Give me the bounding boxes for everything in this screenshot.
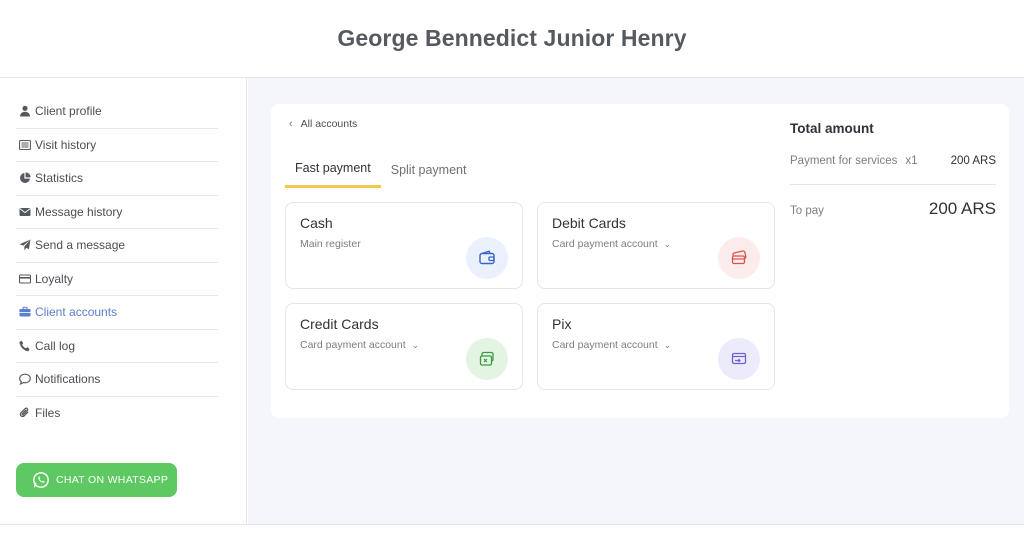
- total-amount-title: Total amount: [790, 121, 874, 136]
- sidebar-item-label: Send a message: [35, 238, 126, 253]
- sidebar-item-statistics[interactable]: Statistics: [16, 162, 218, 196]
- wallet-icon: [466, 237, 508, 279]
- sidebar-item-loyalty[interactable]: Loyalty: [16, 263, 218, 296]
- to-pay-amount: 200 ARS: [928, 199, 996, 218]
- chevron-down-icon: ⌄: [411, 339, 420, 350]
- account-dropdown[interactable]: Card payment account ⌄: [552, 339, 671, 351]
- chevron-down-icon: ⌄: [663, 339, 672, 350]
- sidebar-item-label: Client accounts: [35, 305, 118, 320]
- payment-method-pix[interactable]: Pix Card payment account ⌄: [537, 303, 775, 390]
- sidebar-item-files[interactable]: Files: [16, 397, 218, 431]
- payment-card: ‹ All accounts Fast payment Split paymen…: [271, 104, 1009, 418]
- sidebar-item-label: Loyalty: [35, 271, 74, 286]
- sidebar-item-label: Visit history: [35, 137, 97, 152]
- whatsapp-button-label: CHAT ON WHATSAPP: [56, 474, 169, 486]
- sidebar-item-call-log[interactable]: Call log: [16, 330, 218, 363]
- sidebar-item-send-message[interactable]: Send a message: [16, 229, 218, 263]
- page-title: George Bennedict Junior Henry: [337, 25, 687, 51]
- user-icon: [18, 105, 31, 118]
- all-accounts-link[interactable]: ‹ All accounts: [289, 118, 357, 130]
- phone-icon: [18, 339, 31, 352]
- whatsapp-chat-button[interactable]: CHAT ON WHATSAPP: [16, 463, 177, 497]
- service-line: Payment for services x1 200 ARS: [790, 155, 996, 167]
- sidebar-item-label: Files: [35, 406, 61, 421]
- chevron-down-icon: ⌄: [663, 238, 672, 249]
- payment-method-subtitle-text: Card payment account: [552, 238, 658, 250]
- summary-divider: [790, 184, 996, 185]
- service-line-label: Payment for services: [790, 155, 898, 167]
- briefcase-icon: [18, 306, 31, 319]
- account-dropdown[interactable]: Card payment account ⌄: [552, 238, 671, 250]
- sidebar-item-label: Notifications: [35, 372, 101, 387]
- payment-method-subtitle-text: Card payment account: [552, 339, 658, 351]
- payment-method-title: Debit Cards: [552, 215, 626, 231]
- main-content: ‹ All accounts Fast payment Split paymen…: [248, 78, 1024, 524]
- envelope-icon: [18, 205, 31, 218]
- page-header: George Bennedict Junior Henry: [0, 0, 1024, 78]
- payment-method-subtitle-text: Card payment account: [300, 339, 406, 351]
- paper-plane-icon: [18, 239, 31, 252]
- payment-method-debit-cards[interactable]: Debit Cards Card payment account ⌄: [537, 202, 775, 289]
- comment-icon: [18, 373, 31, 386]
- to-pay-label: To pay: [790, 205, 824, 217]
- sidebar-item-visit-history[interactable]: Visit history: [16, 129, 218, 162]
- payment-method-cash[interactable]: Cash Main register: [285, 202, 523, 289]
- card-icon: [18, 272, 31, 285]
- back-label: All accounts: [300, 118, 358, 130]
- service-line-amount: 200 ARS: [950, 155, 996, 167]
- payment-method-subtitle-text: Main register: [300, 238, 361, 250]
- sidebar-item-notifications[interactable]: Notifications: [16, 363, 218, 397]
- page-footer: [0, 524, 1024, 542]
- sidebar-item-message-history[interactable]: Message history: [16, 196, 218, 229]
- sidebar-item-label: Statistics: [35, 171, 84, 186]
- whatsapp-icon: [32, 471, 50, 489]
- tab-split-payment[interactable]: Split payment: [381, 151, 477, 188]
- cards-icon: [718, 237, 760, 279]
- pix-icon: [718, 338, 760, 380]
- sidebar: Client profile Visit history Statistics …: [0, 78, 247, 524]
- payment-method-title: Pix: [552, 316, 572, 332]
- payment-method-title: Credit Cards: [300, 316, 379, 332]
- tab-fast-payment[interactable]: Fast payment: [285, 151, 381, 188]
- sidebar-nav: Client profile Visit history Statistics …: [16, 95, 218, 430]
- list-icon: [18, 138, 31, 151]
- sidebar-item-label: Message history: [35, 204, 123, 219]
- paperclip-icon: [18, 407, 31, 420]
- payment-tabs: Fast payment Split payment: [285, 151, 476, 188]
- payment-method-title: Cash: [300, 215, 333, 231]
- payment-method-credit-cards[interactable]: Credit Cards Card payment account ⌄: [285, 303, 523, 390]
- pie-chart-icon: [18, 172, 31, 185]
- chevron-left-icon: ‹: [289, 118, 293, 130]
- to-pay-row: To pay 200 ARS: [790, 199, 996, 219]
- payment-method-subtitle: Main register: [300, 238, 361, 250]
- credit-card-icon: [466, 338, 508, 380]
- service-line-qty: x1: [905, 155, 918, 167]
- sidebar-item-label: Client profile: [35, 104, 102, 119]
- sidebar-item-client-profile[interactable]: Client profile: [16, 95, 218, 129]
- sidebar-item-label: Call log: [35, 338, 76, 353]
- account-dropdown[interactable]: Card payment account ⌄: [300, 339, 419, 351]
- sidebar-item-client-accounts[interactable]: Client accounts: [16, 296, 218, 330]
